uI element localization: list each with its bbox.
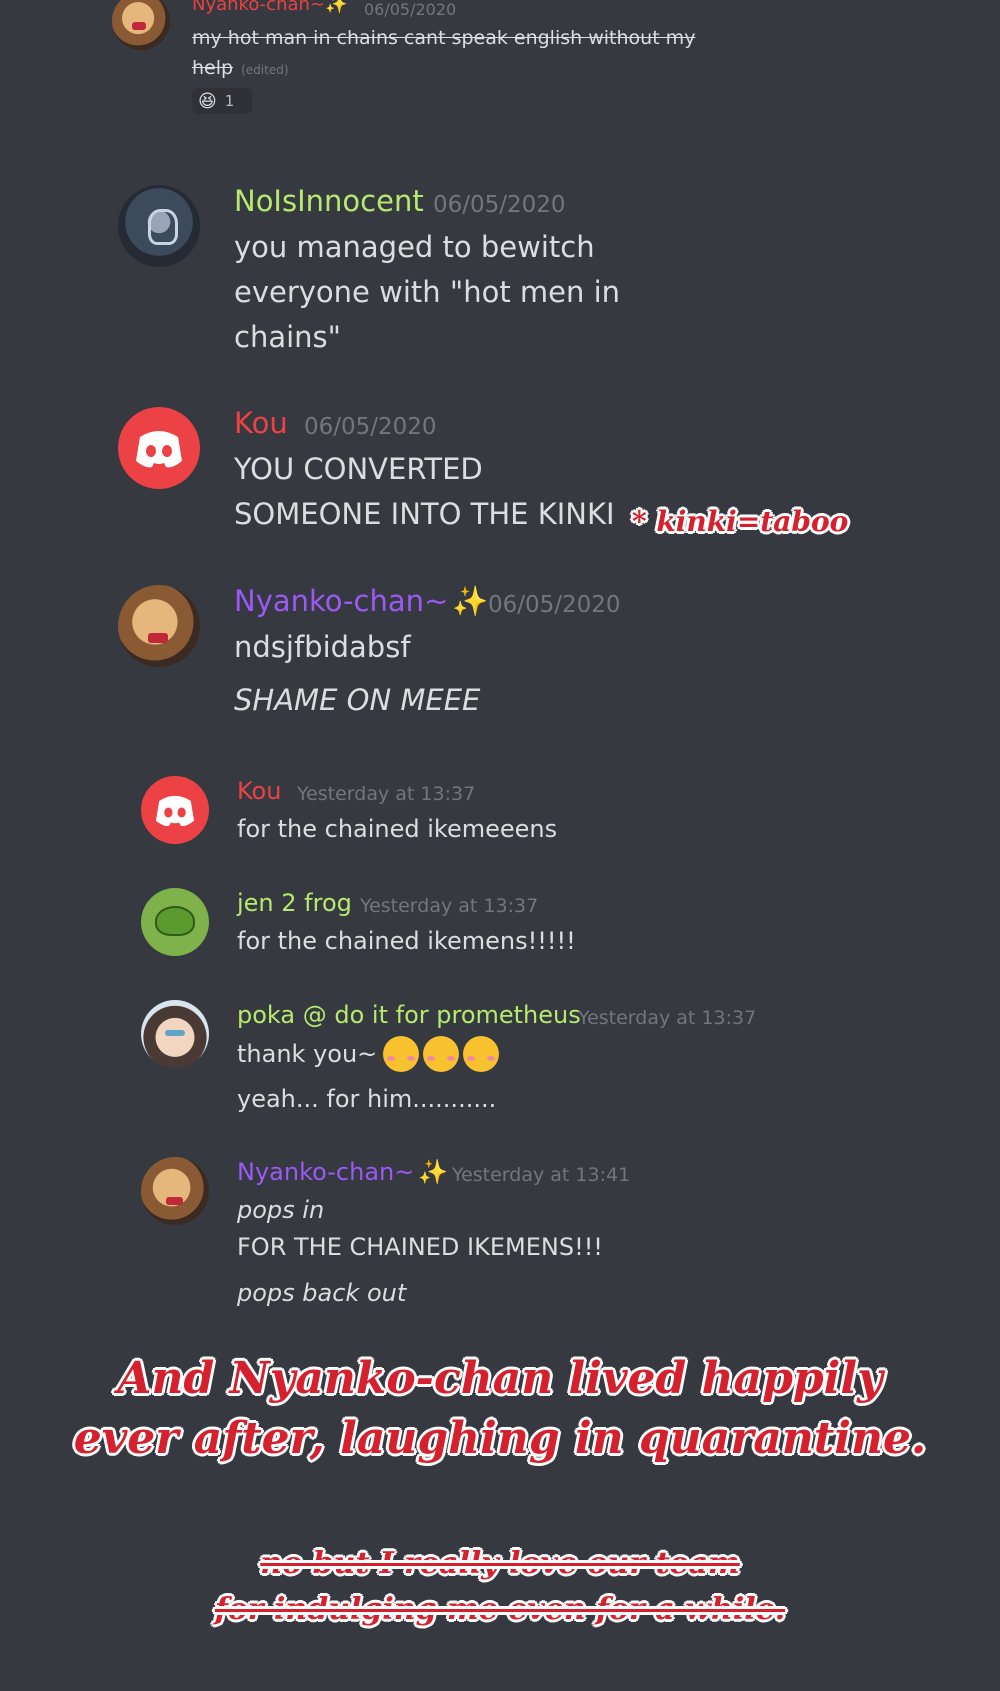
message-text: yeah... for him...........: [237, 1085, 497, 1113]
author-name[interactable]: Nyanko-chan~✨: [237, 1158, 448, 1186]
reaction-count: 1: [224, 92, 235, 110]
author-name[interactable]: NoIsInnocent: [234, 184, 424, 218]
edited-label: (edited): [241, 63, 289, 77]
story-caption-line-1: And Nyanko-chan lived happily: [117, 1353, 883, 1404]
message-text: my hot man in chains cant speak english …: [192, 27, 696, 49]
avatar-kou-2[interactable]: [141, 776, 209, 844]
avatar-poka[interactable]: [141, 1000, 209, 1068]
avatar-nyanko-2[interactable]: [118, 585, 200, 667]
timestamp: 06/05/2020: [304, 414, 437, 440]
message-text: SOMEONE INTO THE KINKI: [234, 497, 615, 531]
message-text: FOR THE CHAINED IKEMENS!!!: [237, 1233, 603, 1261]
timestamp: Yesterday at 13:41: [452, 1164, 631, 1186]
message-text: pops in: [237, 1196, 325, 1224]
avatar-noisinnocent[interactable]: [118, 185, 200, 267]
message-text-line: thank you~: [237, 1036, 503, 1072]
avatar-nyanko-3[interactable]: [141, 1157, 209, 1225]
message-text: chains": [234, 320, 341, 354]
footnote-line-2: for indulging me even for a while.: [214, 1592, 786, 1627]
author-name[interactable]: Nyanko-chan~✨: [192, 0, 347, 15]
reaction-button[interactable]: 😆 1: [192, 88, 252, 114]
author-name[interactable]: Kou: [234, 406, 288, 440]
author-name[interactable]: jen 2 frog: [237, 889, 352, 917]
timestamp: 06/05/2020: [433, 192, 566, 218]
smiling-blushing-face-icon: [383, 1036, 420, 1072]
footnote-line-1: no but I really love our team: [260, 1546, 740, 1581]
discord-logo-icon: [136, 431, 182, 468]
author-name[interactable]: poka @ do it for prometheus: [237, 1001, 581, 1029]
frog-icon: [155, 906, 195, 936]
message-text: ndsjfbidabsf: [234, 630, 411, 664]
smiling-blushing-face-icon: [423, 1036, 460, 1072]
message-text: for the chained ikemeeens: [237, 815, 558, 843]
timestamp: Yesterday at 13:37: [297, 783, 476, 805]
avatar-kou-1[interactable]: [118, 407, 200, 489]
grinning-squinting-face-icon: 😆: [198, 90, 217, 112]
timestamp: Yesterday at 13:37: [578, 1007, 757, 1029]
smiling-blushing-face-icon: [463, 1036, 500, 1072]
avatar-jen-2-frog[interactable]: [141, 888, 209, 956]
timestamp: 06/05/2020: [488, 592, 621, 618]
message-text: for the chained ikemens!!!!!: [237, 927, 576, 955]
story-caption-line-2: ever after, laughing in quarantine.: [73, 1413, 927, 1464]
cat-figurine-icon: [148, 633, 168, 643]
kinki-translation-note: * kinki=taboo: [632, 505, 849, 538]
discord-logo-icon: [155, 795, 195, 827]
author-name[interactable]: Kou: [237, 777, 281, 805]
astronaut-icon: [148, 209, 178, 245]
anime-girl-icon: [165, 1030, 185, 1036]
message-text: YOU CONVERTED: [234, 452, 483, 486]
timestamp: 06/05/2020: [364, 0, 457, 19]
message-text: everyone with "hot men in: [234, 275, 621, 309]
cat-figurine-icon: [132, 22, 146, 30]
message-text: you managed to bewitch: [234, 230, 595, 264]
message-text: SHAME ON MEEE: [234, 683, 481, 717]
cat-figurine-icon: [166, 1197, 183, 1205]
message-text: pops back out: [237, 1279, 407, 1307]
avatar-nyanko-1[interactable]: [112, 0, 170, 50]
author-name[interactable]: Nyanko-chan~✨: [234, 584, 488, 619]
timestamp: Yesterday at 13:37: [360, 895, 539, 917]
message-text-line: help (edited): [192, 57, 289, 79]
